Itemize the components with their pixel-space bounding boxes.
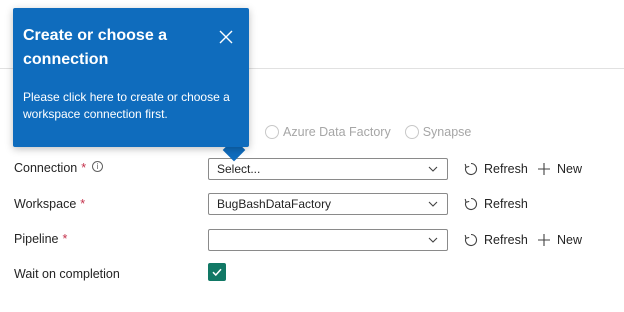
required-mark: * [62,232,68,246]
workspace-select[interactable]: BugBashDataFactory [208,193,448,215]
workspace-refresh-button[interactable]: Refresh [463,193,528,215]
required-mark: * [80,197,86,211]
type-radio-group: ic Azure Data Factory Synapse [240,125,485,139]
refresh-icon [464,233,478,247]
radio-synapse[interactable]: Synapse [404,125,472,139]
chevron-down-icon [428,166,438,172]
wait-on-completion-label: Wait on completion [14,267,120,281]
workspace-label: Workspace * [14,197,86,211]
refresh-icon [464,162,478,176]
pipeline-label: Pipeline * [14,232,68,246]
workspace-value: BugBashDataFactory [217,197,332,211]
connection-refresh-button[interactable]: Refresh [463,158,528,180]
info-icon[interactable]: i [92,160,104,172]
plus-icon [538,234,550,246]
close-icon[interactable] [217,28,235,46]
pipeline-new-button[interactable]: New [536,229,582,251]
connection-placeholder: Select... [217,162,261,176]
radio-circle[interactable] [265,125,280,139]
required-mark: * [81,161,87,175]
chevron-down-icon [428,201,438,207]
radio-circle[interactable] [404,125,419,139]
pipeline-refresh-button[interactable]: Refresh [463,229,528,251]
refresh-icon [464,197,478,211]
teaching-callout: Create or choose a connection Please cli… [13,8,249,147]
pipeline-select[interactable] [208,229,448,251]
wait-on-completion-checkbox[interactable] [208,263,226,281]
connection-label: Connection * i [14,157,104,179]
checkmark-icon [212,268,222,277]
callout-title: Create or choose a connection [23,27,168,68]
callout-body: Please click here to create or choose a … [23,90,230,121]
radio-azure-data-factory[interactable]: Azure Data Factory [265,125,391,139]
connection-new-button[interactable]: New [536,158,582,180]
radio-label: Synapse [422,125,472,139]
chevron-down-icon [428,237,438,243]
radio-label: Azure Data Factory [283,125,391,139]
plus-icon [538,163,550,175]
connection-select[interactable]: Select... [208,158,448,180]
